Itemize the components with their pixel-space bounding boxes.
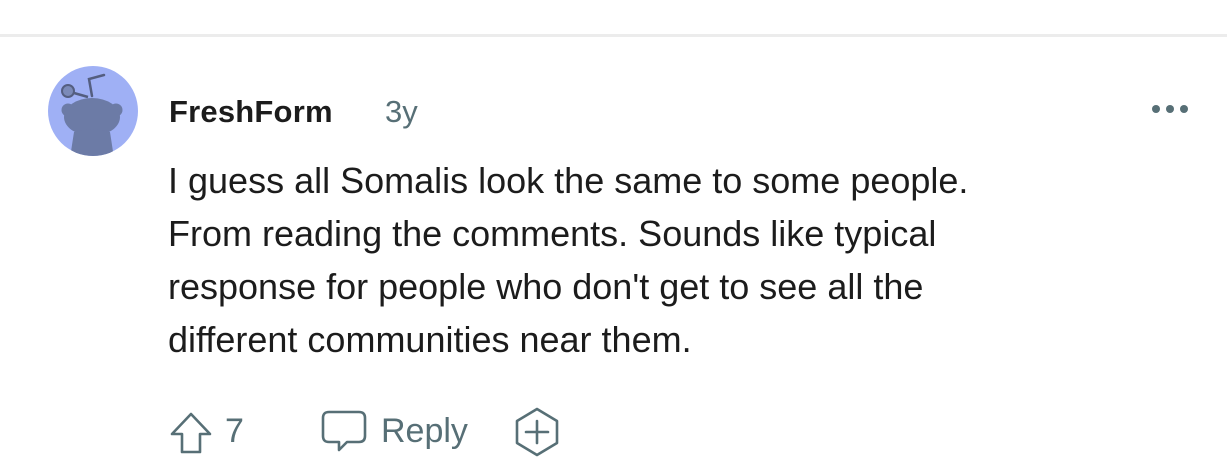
comment-author[interactable]: FreshForm — [169, 94, 333, 130]
upvote-icon[interactable] — [168, 410, 214, 456]
comment-body-line: response for people who don't get to see… — [168, 266, 924, 307]
comment-body: I guess all Somalis look the same to som… — [168, 154, 1168, 366]
top-divider — [0, 34, 1227, 37]
award-plus-icon[interactable] — [512, 406, 562, 458]
vote-count: 7 — [225, 412, 244, 450]
snoo-avatar-icon — [48, 66, 138, 156]
comment-age: 3y — [385, 94, 418, 129]
more-options-icon[interactable] — [1148, 96, 1192, 122]
comment-body-line: different communities near them. — [168, 319, 692, 360]
reply-label: Reply — [381, 412, 468, 450]
avatar[interactable] — [48, 66, 138, 156]
comment-body-line: I guess all Somalis look the same to som… — [168, 160, 969, 201]
reply-button[interactable]: Reply — [319, 406, 479, 456]
speech-bubble-icon — [319, 408, 369, 454]
comment-body-line: From reading the comments. Sounds like t… — [168, 213, 937, 254]
